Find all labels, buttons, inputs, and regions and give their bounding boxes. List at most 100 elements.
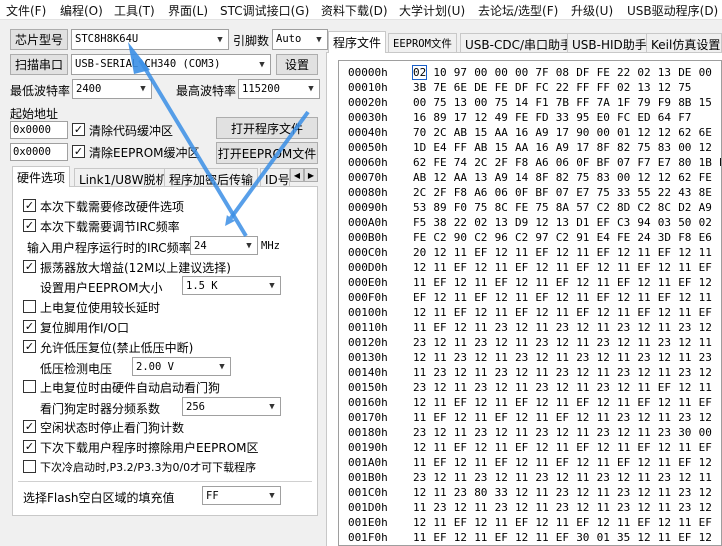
- hex-byte: 8B: [678, 96, 692, 109]
- option-auto-watchdog-label: 上电复位时由硬件自动启动看门狗: [40, 381, 221, 395]
- tab-scroll-left-button[interactable]: ◀: [290, 168, 304, 182]
- tab-usb-cdc-serial[interactable]: USB-CDC/串口助手: [460, 33, 578, 53]
- hex-byte: EF: [657, 291, 672, 304]
- fill-value-select[interactable]: FF ▼: [202, 486, 281, 505]
- hex-byte: 12: [515, 531, 529, 544]
- hex-byte: 50: [678, 216, 692, 229]
- hex-byte: 11: [617, 396, 631, 409]
- option-low-voltage-reset-checkbox[interactable]: ✓: [23, 340, 36, 353]
- irc-frequency-value: 24: [194, 240, 207, 252]
- hex-byte: C2: [515, 231, 529, 244]
- hex-byte: 12: [657, 441, 672, 454]
- low-voltage-select[interactable]: 2.00 V ▼: [132, 357, 231, 376]
- tab-usb-hid[interactable]: USB-HID助手: [567, 33, 652, 53]
- hex-byte: 11: [576, 471, 590, 484]
- hex-byte: EF: [433, 276, 447, 289]
- eeprom-address-input[interactable]: 0x0000: [10, 143, 68, 161]
- hex-byte: F7: [637, 156, 651, 169]
- menu-download[interactable]: 资料下载(D): [321, 2, 388, 19]
- port-select[interactable]: USB-SERIAL CH340 (COM3) ▼: [71, 54, 271, 75]
- chip-model-button[interactable]: 芯片型号: [10, 29, 68, 50]
- hex-byte: 75: [678, 81, 692, 94]
- option-erase-eeprom-checkbox[interactable]: ✓: [23, 440, 36, 453]
- clear-code-checkbox[interactable]: ✓: [72, 123, 85, 136]
- hex-byte: EF: [494, 531, 508, 544]
- hex-byte: 12: [637, 366, 651, 379]
- tab-keil-debug[interactable]: Keil仿真设置: [646, 33, 722, 53]
- hex-byte: 70: [413, 126, 427, 139]
- scan-port-button[interactable]: 扫描串口: [10, 54, 68, 75]
- code-address-input[interactable]: 0x0000: [10, 121, 68, 139]
- hex-view[interactable]: 00000h 02 10 97 00 00 00 7F 08 DF FE 22 02 13 DE 00 0001…: [338, 60, 722, 546]
- hex-address: 00090h: [348, 201, 388, 214]
- option-auto-watchdog-checkbox[interactable]: [23, 380, 36, 393]
- menu-file[interactable]: 文件(F): [6, 2, 46, 19]
- hex-byte: 11: [698, 291, 712, 304]
- hex-byte: FE: [494, 81, 508, 94]
- tab-program-file[interactable]: 程序文件: [328, 31, 387, 53]
- hex-byte: 13: [555, 216, 570, 229]
- option-long-delay-checkbox[interactable]: [23, 300, 36, 313]
- menu-tools[interactable]: 工具(T): [114, 2, 155, 19]
- max-baud-select[interactable]: 115200 ▼: [238, 79, 320, 99]
- irc-frequency-select[interactable]: 24 ▼: [190, 236, 258, 255]
- hex-byte: 6E: [698, 126, 712, 139]
- hex-address: 00110h: [348, 321, 388, 334]
- menu-program[interactable]: 编程(O): [60, 2, 103, 19]
- menu-upgrade[interactable]: 升级(U): [571, 2, 613, 19]
- min-baud-value: 2400: [76, 83, 102, 95]
- menu-debug[interactable]: STC调试接口(G): [220, 2, 309, 19]
- settings-button[interactable]: 设置: [276, 54, 318, 75]
- option-reset-io-checkbox[interactable]: ✓: [23, 320, 36, 333]
- hex-byte: FE: [515, 201, 529, 214]
- clear-eeprom-checkbox[interactable]: ✓: [72, 145, 85, 158]
- hex-byte: 16: [535, 141, 549, 154]
- tab-eeprom-file[interactable]: EEPROM文件: [388, 33, 457, 53]
- hex-byte: 12: [555, 336, 570, 349]
- tab-id-number[interactable]: ID号: [260, 168, 290, 187]
- eeprom-size-select[interactable]: 1.5 K ▼: [182, 276, 281, 295]
- hex-address: 000C0h: [348, 246, 388, 259]
- option-idle-stop-watchdog-checkbox[interactable]: ✓: [23, 420, 36, 433]
- hex-byte: F1: [535, 96, 549, 109]
- tab-scroll-right-button[interactable]: ▶: [304, 168, 318, 182]
- option-modify-hardware-checkbox[interactable]: ✓: [23, 199, 36, 212]
- hex-byte: 14: [515, 96, 529, 109]
- hex-byte: EF: [433, 531, 447, 544]
- option-osc-gain-checkbox[interactable]: ✓: [23, 260, 36, 273]
- hex-byte: 75: [494, 96, 508, 109]
- pin-count-select[interactable]: Auto ▼: [272, 29, 328, 50]
- hex-byte: 11: [678, 261, 692, 274]
- hex-byte: 11: [413, 366, 427, 379]
- hex-byte: 11: [535, 531, 549, 544]
- option-cold-start-pins-checkbox[interactable]: [23, 460, 36, 473]
- eeprom-size-label: 设置用户EEPROM大小: [40, 281, 163, 295]
- hex-byte: 14: [515, 171, 529, 184]
- tab-encrypted-transfer[interactable]: 程序加密后传输: [164, 168, 259, 187]
- hex-byte: 23: [678, 411, 692, 424]
- menu-forum[interactable]: 去论坛/选型(F): [478, 2, 558, 19]
- option-adjust-irc-checkbox[interactable]: ✓: [23, 219, 36, 232]
- watchdog-prescaler-select[interactable]: 256 ▼: [182, 397, 281, 416]
- hex-address: 00010h: [348, 81, 388, 94]
- tab-link1-offline[interactable]: Link1/U8W脱机: [74, 168, 173, 187]
- tab-hardware-options[interactable]: 硬件选项: [12, 166, 71, 187]
- chip-model-select[interactable]: STC8H8K64U ▼: [71, 29, 229, 50]
- menu-usb-driver[interactable]: USB驱动程序(D): [627, 2, 718, 19]
- hex-byte: EF: [515, 396, 529, 409]
- hex-byte: EF: [515, 306, 529, 319]
- eeprom-size-value: 1.5 K: [186, 280, 218, 292]
- menu-interface[interactable]: 界面(L): [168, 2, 208, 19]
- open-eeprom-file-button[interactable]: 打开EEPROM文件: [216, 142, 318, 164]
- hex-byte: 53: [413, 201, 427, 214]
- open-program-file-button[interactable]: 打开程序文件: [216, 117, 318, 139]
- menu-university[interactable]: 大学计划(U): [399, 2, 465, 19]
- hex-byte: EF: [698, 396, 712, 409]
- hex-byte: 12: [433, 291, 447, 304]
- hex-byte: 22: [555, 81, 570, 94]
- hex-byte: 00: [413, 96, 427, 109]
- hex-byte: 83: [657, 141, 672, 154]
- hex-byte: FE: [433, 156, 447, 169]
- hex-byte: 24: [637, 231, 651, 244]
- min-baud-select[interactable]: 2400 ▼: [72, 79, 152, 99]
